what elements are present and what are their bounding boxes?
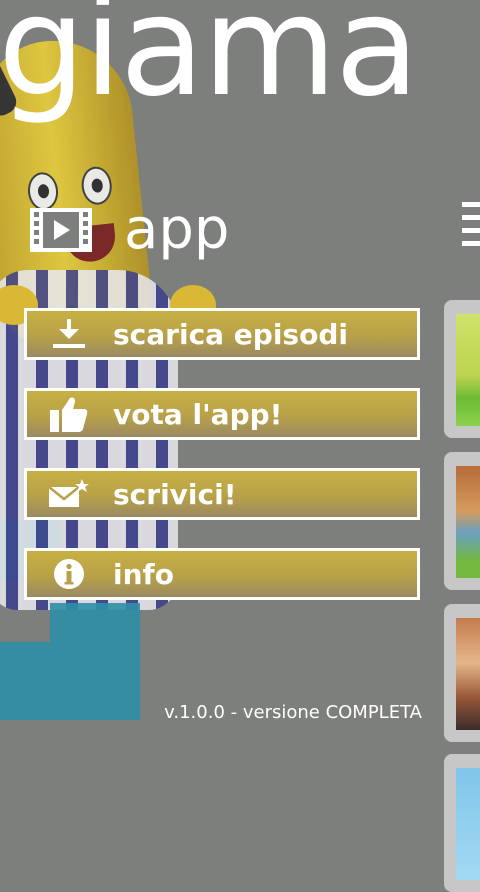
version-text: v.1.0.0 - versione COMPLETA [164,702,422,723]
write-us-label: scrivici! [113,477,237,511]
episode-thumbnail-image [456,618,480,730]
write-us-button[interactable]: scrivici! [24,468,420,520]
episode-thumbnail[interactable] [444,754,480,892]
info-button[interactable]: info [24,548,420,600]
episode-thumbnail-image [456,466,480,578]
download-episodes-label: scarica episodi [113,317,348,351]
download-icon [47,317,91,351]
episode-thumbnail[interactable] [444,300,480,438]
episode-thumbnail[interactable] [444,452,480,590]
download-episodes-button[interactable]: scarica episodi [24,308,420,360]
info-icon [47,557,91,591]
app-menu: scarica episodi vota l'app! scrivici! in… [24,308,420,628]
list-icon [462,202,480,246]
rate-app-button[interactable]: vota l'app! [24,388,420,440]
info-label: info [113,557,174,591]
episode-thumbnail[interactable] [444,604,480,742]
section-title: app [124,197,230,262]
mail-icon [47,477,91,511]
thumbs-up-icon [47,397,91,432]
panorama-title: giama [0,0,419,127]
film-icon [30,208,92,252]
rate-app-label: vota l'app! [113,397,283,431]
section-header: app [30,198,229,262]
episode-thumbnail-image [456,314,480,426]
episode-thumbnail-image [456,768,480,880]
